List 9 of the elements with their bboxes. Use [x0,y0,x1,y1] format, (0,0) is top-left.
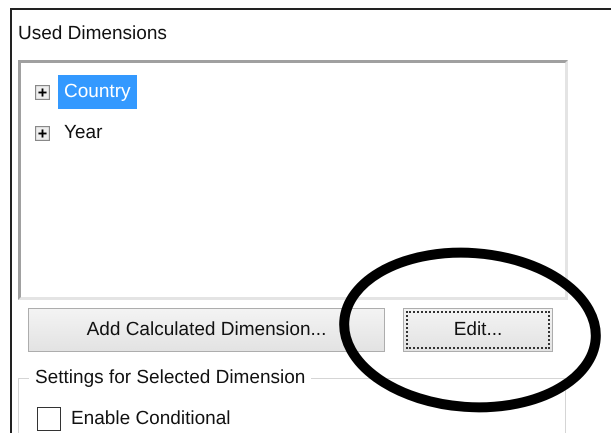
tree-item[interactable]: Year [58,116,108,150]
dimensions-list[interactable]: Country Year [18,60,568,300]
checkbox[interactable] [37,407,61,431]
dialog-button[interactable]: Edit... [403,308,553,352]
expand-icon[interactable] [35,126,50,140]
checkbox-label[interactable]: Enable Conditional [71,408,231,430]
dialog-button[interactable]: Add Calculated Dimension... [28,308,385,352]
expand-icon[interactable] [35,84,50,100]
list-label: Used Dimensions [18,22,168,46]
